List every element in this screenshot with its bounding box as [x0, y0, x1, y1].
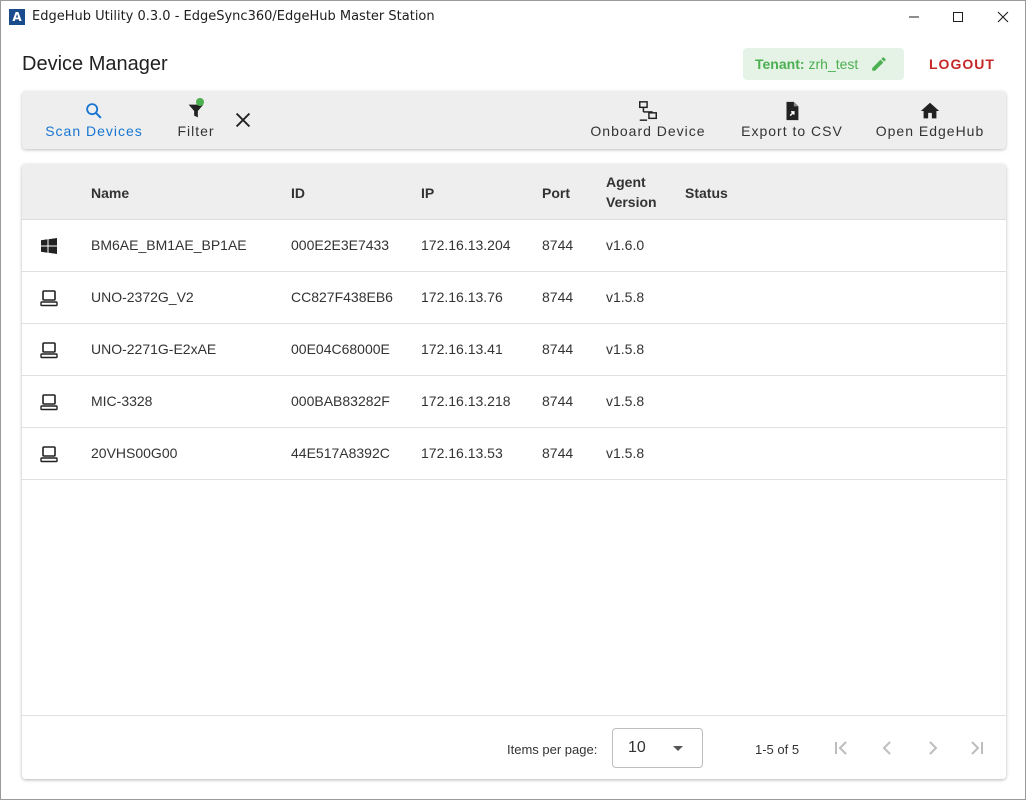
device-ip: 172.16.13.204 [421, 237, 511, 253]
close-window-button[interactable] [980, 1, 1026, 33]
open-edgehub-label: Open EdgeHub [875, 123, 985, 139]
table-row[interactable]: UNO-2372G_V2 CC827F438EB6 172.16.13.76 8… [22, 272, 1006, 324]
device-port: 8744 [542, 445, 574, 461]
column-header-name[interactable]: Name [91, 185, 129, 201]
linux-device-icon [40, 342, 58, 359]
dropdown-arrow-icon [673, 746, 683, 751]
logout-button[interactable]: LOGOUT [929, 56, 995, 72]
home-icon [920, 102, 940, 119]
agent-version: v1.5.8 [606, 445, 645, 461]
linux-device-icon [40, 394, 58, 411]
search-icon [86, 103, 102, 119]
table-row[interactable]: MIC-3328 000BAB83282F 172.16.13.218 8744… [22, 376, 1006, 428]
device-id: 000E2E3E7433 [291, 237, 390, 253]
onboard-device-button[interactable]: Onboard Device [588, 91, 708, 149]
device-id: 00E04C68000E [291, 341, 390, 357]
window-title: EdgeHub Utility 0.3.0 - EdgeSync360/Edge… [32, 9, 435, 24]
device-name: 20VHS00G00 [91, 445, 178, 461]
table-row[interactable]: 20VHS00G00 44E517A8392C 172.16.13.53 874… [22, 428, 1006, 480]
items-per-page-label: Items per page: [507, 742, 598, 757]
export-csv-label: Export to CSV [741, 123, 843, 139]
agent-version: v1.5.8 [606, 393, 645, 409]
items-per-page-value: 10 [628, 739, 646, 756]
network-devices-icon [639, 101, 657, 121]
window-title-bar: A EdgeHub Utility 0.3.0 - EdgeSync360/Ed… [1, 1, 1025, 33]
table-header: Name ID IP Port Agent Version Status [22, 164, 1006, 220]
device-ip: 172.16.13.76 [421, 289, 503, 305]
column-header-agent-version-line2[interactable]: Version [606, 194, 657, 210]
column-header-ip[interactable]: IP [421, 185, 434, 201]
device-port: 8744 [542, 289, 574, 305]
column-header-agent-version-line1[interactable]: Agent [606, 174, 646, 190]
agent-version: v1.6.0 [606, 237, 645, 253]
device-ip: 172.16.13.41 [421, 341, 503, 357]
filter-active-indicator [196, 98, 204, 106]
device-id: 000BAB83282F [291, 393, 390, 409]
page-range-label: 1-5 of 5 [755, 742, 800, 757]
column-header-port[interactable]: Port [542, 185, 570, 201]
page-title: Device Manager [22, 53, 168, 75]
pagination-bar: Items per page: 10 1-5 of 5 [22, 715, 1006, 779]
device-id: 44E517A8392C [291, 445, 390, 461]
scan-devices-label: Scan Devices [45, 123, 143, 139]
tenant-value: zrh_test [808, 56, 859, 72]
agent-version: v1.5.8 [606, 341, 645, 357]
pencil-icon[interactable] [870, 55, 888, 73]
linux-device-icon [40, 446, 58, 463]
device-ip: 172.16.13.218 [421, 393, 511, 409]
toolbar: Scan Devices Filter Onboard Device Expor… [22, 91, 1006, 149]
export-csv-button[interactable]: Export to CSV [738, 91, 846, 149]
first-page-icon[interactable] [829, 736, 853, 760]
next-page-icon[interactable] [921, 736, 945, 760]
device-name: MIC-3328 [91, 393, 153, 409]
onboard-device-label: Onboard Device [590, 123, 706, 139]
last-page-icon[interactable] [965, 736, 989, 760]
table-row[interactable]: UNO-2271G-E2xAE 00E04C68000E 172.16.13.4… [22, 324, 1006, 376]
maximize-icon [953, 12, 963, 22]
file-export-icon [786, 101, 799, 121]
app-logo-icon: A [9, 9, 25, 25]
filter-label: Filter [177, 123, 215, 139]
device-ip: 172.16.13.53 [421, 445, 503, 461]
windows-icon [41, 238, 57, 254]
close-icon [997, 11, 1009, 23]
scan-devices-button[interactable]: Scan Devices [42, 91, 146, 149]
device-port: 8744 [542, 237, 574, 253]
device-table-panel: Name ID IP Port Agent Version Status BM6… [22, 164, 1006, 779]
filter-button[interactable]: Filter [172, 91, 220, 149]
device-name: BM6AE_BM1AE_BP1AE [91, 237, 247, 253]
device-port: 8744 [542, 393, 574, 409]
tenant-chip[interactable]: Tenant: zrh_test [743, 48, 904, 80]
clear-filter-icon[interactable] [232, 109, 254, 131]
linux-device-icon [40, 290, 58, 307]
device-name: UNO-2372G_V2 [91, 289, 194, 305]
previous-page-icon[interactable] [875, 736, 899, 760]
device-name: UNO-2271G-E2xAE [91, 341, 217, 357]
column-header-id[interactable]: ID [291, 185, 305, 201]
maximize-button[interactable] [935, 1, 981, 33]
open-edgehub-button[interactable]: Open EdgeHub [874, 91, 986, 149]
tenant-label: Tenant: [755, 56, 805, 72]
agent-version: v1.5.8 [606, 289, 645, 305]
device-id: CC827F438EB6 [291, 289, 393, 305]
minimize-button[interactable] [891, 1, 937, 33]
minimize-icon [909, 16, 919, 18]
items-per-page-select[interactable]: 10 [612, 728, 703, 768]
column-header-status[interactable]: Status [685, 185, 728, 201]
table-row[interactable]: BM6AE_BM1AE_BP1AE 000E2E3E7433 172.16.13… [22, 220, 1006, 272]
device-port: 8744 [542, 341, 574, 357]
